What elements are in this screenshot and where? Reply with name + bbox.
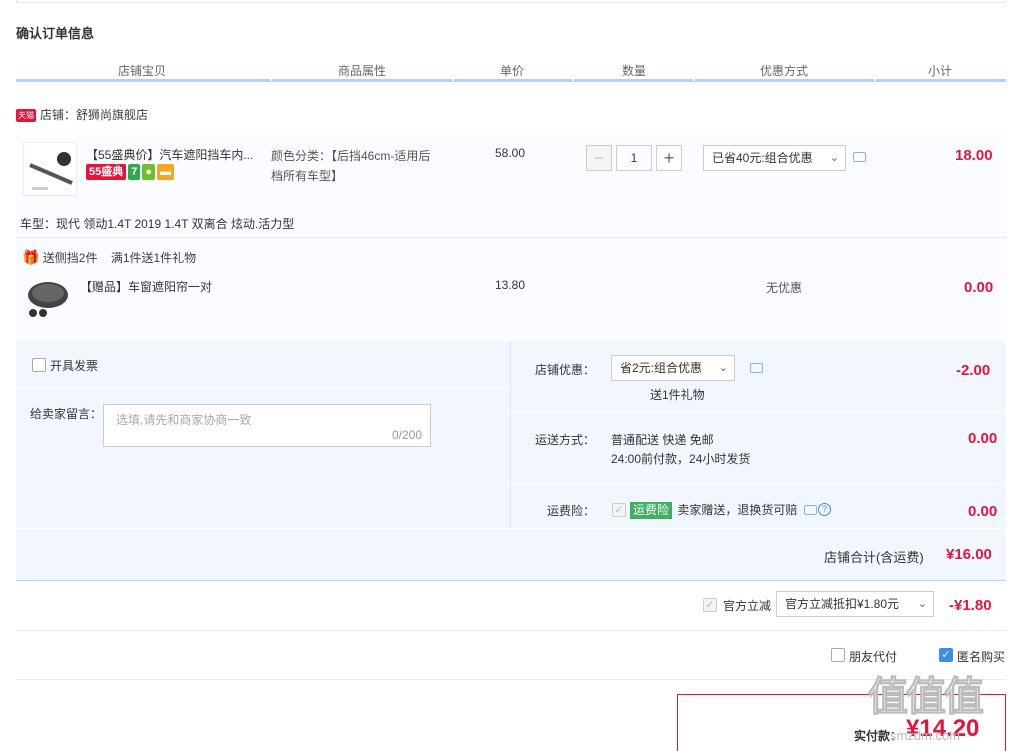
shipping-line1: 普通配送 快递 免邮 (611, 433, 714, 447)
panel-row-line (511, 412, 1006, 413)
page-title: 确认订单信息 (16, 26, 95, 41)
message-icon[interactable] (853, 152, 866, 162)
gift-title[interactable]: 【赠品】车窗遮阳帘一对 (80, 278, 212, 295)
tmall-badge: 天猫 (16, 109, 36, 123)
th-separator (452, 78, 454, 81)
badge-credit-icon: ● (142, 164, 156, 180)
top-border (16, 0, 1006, 3)
th-attributes: 商品属性 (337, 64, 386, 78)
message-label: 给卖家留言： (30, 407, 103, 421)
shop-label: 店铺： (40, 108, 77, 122)
th-quantity: 数量 (621, 64, 646, 78)
gift-subtotal: 0.00 (964, 279, 994, 296)
official-discount-select[interactable]: 官方立减抵扣¥1.80元 ⌄ (776, 591, 934, 617)
divider (16, 679, 1006, 680)
item-thumbnail[interactable] (23, 142, 77, 196)
gift-icon: 🎁 (22, 249, 40, 265)
shop-total-label: 店铺合计(含运费) (824, 550, 924, 565)
shipping-info: 普通配送 快递 免邮 24:00前付款，24小时发货 (611, 431, 750, 469)
th-separator (270, 78, 272, 81)
insurance-text: 卖家赠送，退换货可赔 (677, 503, 798, 517)
official-discount-amount: -¥1.80 (949, 597, 992, 614)
message-icon[interactable] (750, 363, 763, 373)
gift-promo: 🎁 送侧挡2件 满1件送1件礼物 (22, 249, 196, 266)
shop-discount-value: 省2元:组合优惠 (620, 361, 703, 375)
message-placeholder: 选填,请先和商家协商一致 (116, 413, 252, 427)
increase-button[interactable]: + (656, 145, 682, 171)
item-attributes: 颜色分类：【后挡46cm-适用后 档所有车型】 (271, 146, 430, 186)
divider (16, 237, 1006, 238)
panel-row-line (16, 528, 1006, 529)
shop-row: 天猫 店铺：舒狮尚旗舰店 (16, 106, 148, 123)
decrease-button[interactable]: − (586, 145, 612, 171)
insurance-tag: 运费险 (630, 502, 673, 519)
message-textarea[interactable]: 选填,请先和商家协商一致 0/200 (103, 404, 431, 447)
friend-pay-label[interactable]: 朋友代付 (849, 648, 897, 665)
shop-discount-amount: -2.00 (956, 362, 991, 379)
divider (16, 580, 1006, 581)
table-header: 店铺宝贝 商品属性 单价 数量 优惠方式 小计 (16, 58, 1006, 82)
th-separator (693, 78, 695, 81)
chevron-down-icon: ⌄ (829, 152, 839, 164)
item-discount-value: 已省40元:组合优惠 (712, 151, 813, 165)
item-badges: 55盛典 7 ● ▬ (86, 164, 176, 180)
chevron-down-icon: ⌄ (718, 362, 728, 374)
panel-row-line (16, 388, 510, 389)
shipping-line2: 24:00前付款，24小时发货 (611, 452, 751, 466)
quantity-input[interactable]: 1 (616, 145, 652, 171)
order-options-panel (16, 341, 1006, 581)
shop-discount-select[interactable]: 省2元:组合优惠 ⌄ (611, 355, 735, 381)
gift-image (28, 282, 68, 317)
gift-promo-text: 送侧挡2件 (42, 251, 98, 265)
badge-card-icon: ▬ (157, 164, 175, 180)
watermark-site: smzdm.com (890, 728, 961, 743)
item-subtotal: 18.00 (955, 147, 993, 164)
insurance-amount: 0.00 (968, 503, 998, 520)
chevron-down-icon: ⌄ (917, 598, 927, 610)
watermark-logo: 值值值 (868, 675, 985, 720)
panel-row-line (511, 483, 1006, 484)
message-icon[interactable] (804, 505, 817, 515)
th-shop-item: 店铺宝贝 (117, 64, 166, 78)
insurance-label: 运费险： (547, 504, 596, 518)
invoice-label[interactable]: 开具发票 (50, 357, 98, 374)
gift-unit-price: 13.80 (495, 278, 526, 292)
official-discount-value: 官方立减抵扣¥1.80元 (785, 597, 900, 611)
invoice-checkbox[interactable] (32, 358, 46, 372)
th-subtotal: 小计 (927, 64, 952, 78)
official-discount-label: 官方立减 (723, 599, 772, 613)
badge-7day-return: 7 (128, 164, 141, 180)
car-model: 车型：现代 领动1.4T 2019 1.4T 双离合 炫动.活力型 (20, 217, 295, 231)
anonymous-label[interactable]: 匿名购买 (957, 648, 1005, 665)
th-unit-price: 单价 (499, 64, 524, 78)
insurance-checkbox[interactable]: ✓ (612, 503, 626, 517)
item-discount-select[interactable]: 已省40元:组合优惠 ⌄ (703, 145, 846, 171)
th-separator (874, 78, 876, 81)
item-title[interactable]: 【55盛典价】汽车遮阳挡车内... (86, 146, 253, 163)
shop-discount-label: 店铺优惠： (535, 363, 596, 377)
sunshade-image (24, 143, 76, 195)
th-separator (572, 78, 574, 81)
panel-divider (510, 341, 511, 529)
shop-total-amount: ¥16.00 (946, 546, 992, 563)
friend-pay-checkbox[interactable] (831, 648, 845, 662)
th-discount: 优惠方式 (759, 64, 808, 78)
divider (16, 630, 1006, 631)
shop-name[interactable]: 舒狮尚旗舰店 (76, 108, 148, 122)
insurance-info: 运费险 卖家赠送，退换货可赔 (630, 501, 797, 519)
badge-55: 55盛典 (86, 164, 127, 180)
message-counter: 0/200 (391, 428, 422, 442)
shipping-amount: 0.00 (968, 430, 998, 447)
gift-discount: 无优惠 (766, 281, 803, 295)
item-attr-line1: 颜色分类：【后挡46cm-适用后 (271, 149, 431, 163)
gift-thumbnail[interactable] (23, 277, 77, 331)
shipping-label: 运送方式： (535, 433, 596, 447)
anonymous-checkbox[interactable]: ✓ (939, 648, 953, 662)
shop-discount-note: 送1件礼物 (650, 388, 705, 402)
question-icon[interactable]: ? (818, 503, 831, 516)
item-attr-line2: 档所有车型】 (271, 169, 344, 183)
official-discount-checkbox[interactable]: ✓ (703, 598, 717, 612)
gift-promo-rule: 满1件送1件礼物 (110, 251, 197, 265)
item-unit-price: 58.00 (495, 146, 526, 160)
